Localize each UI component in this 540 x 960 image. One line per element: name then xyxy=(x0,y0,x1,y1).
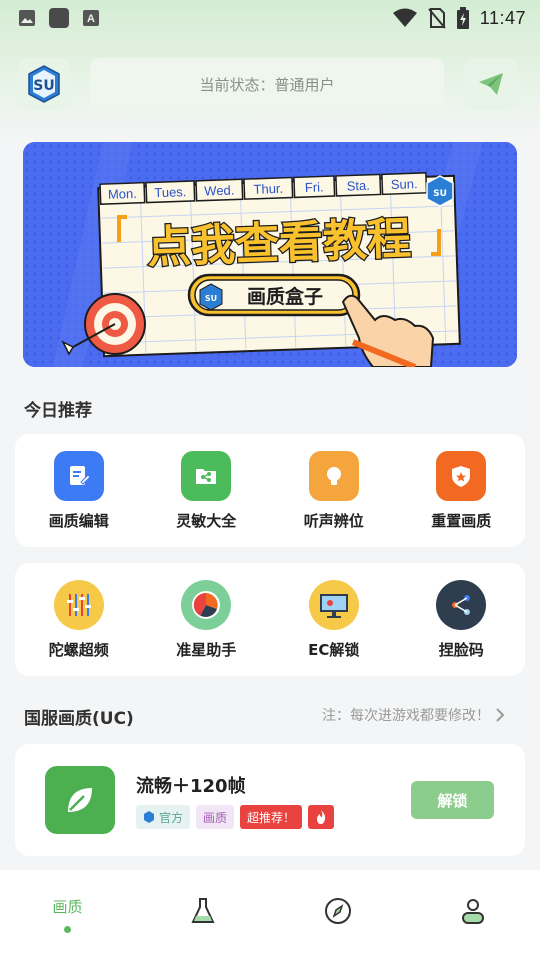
app-logo[interactable]: SU xyxy=(18,58,70,110)
tag-official: 官方 xyxy=(136,805,191,829)
tool-label: 捏脸码 xyxy=(438,641,484,659)
unlock-button[interactable]: 解锁 xyxy=(411,781,494,819)
modify-note[interactable]: 注：每次进游戏都要修改！ xyxy=(322,705,506,725)
tool-label: 灵敏大全 xyxy=(176,512,237,530)
tool-face-code[interactable]: 捏脸码 xyxy=(401,580,521,660)
note-text: 注：每次进游戏都要修改！ xyxy=(322,708,490,724)
section-title-recommend: 今日推荐 xyxy=(24,401,92,421)
tool-label: 听声辨位 xyxy=(303,512,364,530)
tutorial-banner[interactable]: Mon. Tues. Wed. Thur. Fri. Sta. Sun. SU … xyxy=(23,142,517,367)
official-logo-icon xyxy=(144,811,154,823)
tool-label: 准星助手 xyxy=(176,641,237,659)
day-sat: Sta. xyxy=(346,178,370,194)
pill-logo-icon: SU xyxy=(199,283,223,311)
banner-headline: 点我查看教程 xyxy=(146,213,412,273)
nav-tab-profile[interactable] xyxy=(433,896,513,926)
wifi-icon xyxy=(392,8,418,28)
bulb-icon xyxy=(308,451,359,501)
logo-icon: SU xyxy=(28,65,60,103)
share-network-icon xyxy=(436,580,487,630)
banner-tag-label: 画质盒子 xyxy=(247,285,323,308)
tool-sound-locate[interactable]: 听声辨位 xyxy=(274,451,394,531)
banner-illustration: Mon. Tues. Wed. Thur. Fri. Sta. Sun. SU … xyxy=(23,142,517,367)
chevron-right-icon xyxy=(496,708,505,722)
bottom-nav: 画质 xyxy=(0,870,540,960)
flask-icon xyxy=(190,898,215,923)
nav-tab-discover[interactable] xyxy=(298,896,378,926)
tag-official-label: 官方 xyxy=(159,810,184,825)
paper-plane-icon xyxy=(479,73,503,95)
tool-crosshair[interactable]: 准星助手 xyxy=(146,580,266,660)
nav-tab-quality-label: 画质 xyxy=(52,898,83,916)
tool-label: 重置画质 xyxy=(431,512,492,530)
day-thu: Thur. xyxy=(253,181,283,197)
gyro-sliders-icon xyxy=(53,580,104,630)
svg-text:SU: SU xyxy=(205,294,217,303)
user-icon xyxy=(461,899,484,924)
font-icon: A xyxy=(82,9,100,27)
tag-recommend: 超推荐！ xyxy=(240,805,303,829)
day-sun: Sun. xyxy=(391,176,418,192)
recommend-card-row2: 陀螺超频 准星助手 EC解锁 捏脸码 xyxy=(15,563,525,676)
tool-reset-quality[interactable]: 重置画质 xyxy=(401,451,521,531)
day-tue: Tues. xyxy=(154,184,187,200)
svg-text:SU: SU xyxy=(33,78,54,94)
compass-icon xyxy=(324,898,351,924)
tag-quality: 画质 xyxy=(196,805,235,829)
svg-text:A: A xyxy=(87,13,95,25)
banner-logo-icon: SU xyxy=(426,175,454,207)
clock: 11:47 xyxy=(479,7,526,28)
edit-doc-icon xyxy=(53,451,104,501)
top-header: SU 当前状态：普通用户 xyxy=(18,57,518,111)
day-wed: Wed. xyxy=(204,183,235,199)
day-fri: Fri. xyxy=(305,179,324,195)
image-icon xyxy=(18,9,36,27)
battery-charging-icon xyxy=(456,7,470,29)
fire-icon xyxy=(308,805,335,829)
svg-text:SU: SU xyxy=(433,189,447,199)
status-bar: A 11:47 xyxy=(0,0,540,36)
plan-card: 流畅＋120帧 官方 画质 超推荐！ 解锁 xyxy=(15,744,525,856)
tool-gyro-overclock[interactable]: 陀螺超频 xyxy=(19,580,139,660)
pie-chart-icon xyxy=(181,580,232,630)
user-status: 当前状态：普通用户 xyxy=(90,58,444,110)
shield-star-icon xyxy=(436,451,487,501)
send-button[interactable] xyxy=(464,58,518,110)
no-sim-icon xyxy=(428,7,446,29)
nav-tab-lab[interactable] xyxy=(163,896,243,926)
nav-tab-quality[interactable]: 画质 xyxy=(28,896,108,933)
share-folder-icon xyxy=(181,451,232,501)
day-mon: Mon. xyxy=(108,186,137,202)
tool-ec-unlock[interactable]: EC解锁 xyxy=(274,580,394,660)
tool-label: EC解锁 xyxy=(308,641,360,659)
tool-label: 陀螺超频 xyxy=(48,641,109,659)
section-title-guofu: 国服画质(UC) xyxy=(24,709,134,729)
plan-tags: 官方 画质 超推荐！ xyxy=(136,805,335,829)
tool-label: 画质编辑 xyxy=(48,512,109,530)
tool-sensitivity[interactable]: 灵敏大全 xyxy=(146,451,266,531)
app-icon xyxy=(48,7,70,29)
plan-title: 流畅＋120帧 xyxy=(136,776,246,797)
leaf-icon xyxy=(45,766,115,834)
recommend-card-row1: 画质编辑 灵敏大全 听声辨位 重置画质 xyxy=(15,434,525,547)
active-indicator xyxy=(64,926,71,933)
monitor-icon xyxy=(308,580,359,630)
tool-quality-edit[interactable]: 画质编辑 xyxy=(19,451,139,531)
